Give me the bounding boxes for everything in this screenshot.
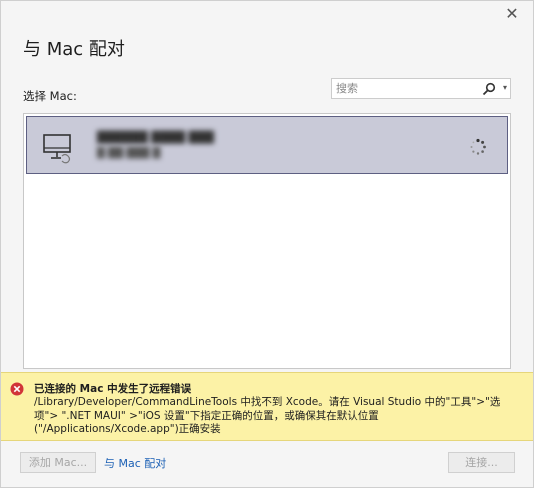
chevron-down-icon[interactable]: ▾ — [503, 83, 507, 92]
mac-address: █ ██ ███ █ — [97, 148, 161, 159]
connect-button[interactable]: 连接... — [448, 452, 515, 473]
close-icon[interactable]: ✕ — [503, 5, 521, 23]
mac-list-item[interactable]: ██████ ████ ███ █ ██ ███ █ — [26, 116, 508, 174]
error-circle-icon — [10, 382, 24, 396]
add-mac-button[interactable]: 添加 Mac... — [20, 452, 96, 473]
loading-spinner-icon — [470, 138, 486, 155]
search-input[interactable] — [332, 79, 490, 98]
search-box[interactable]: ▾ — [331, 78, 511, 99]
search-icon[interactable] — [482, 82, 496, 96]
pair-with-mac-dialog: ✕ 与 Mac 配对 选择 Mac: ▾ ██████ ████ ███ █ █… — [0, 0, 534, 488]
error-banner: 已连接的 Mac 中发生了远程错误 /Library/Developer/Com… — [1, 372, 533, 441]
error-message: /Library/Developer/CommandLineTools 中找不到… — [34, 396, 501, 435]
mac-computer-icon — [43, 134, 71, 164]
select-mac-label: 选择 Mac: — [23, 89, 77, 103]
mac-list[interactable]: ██████ ████ ███ █ ██ ███ █ — [23, 113, 511, 369]
error-title: 已连接的 Mac 中发生了远程错误 — [34, 383, 192, 395]
mac-name: ██████ ████ ███ — [97, 131, 214, 144]
dialog-title: 与 Mac 配对 — [23, 39, 125, 60]
pair-with-mac-link[interactable]: 与 Mac 配对 — [104, 455, 166, 471]
